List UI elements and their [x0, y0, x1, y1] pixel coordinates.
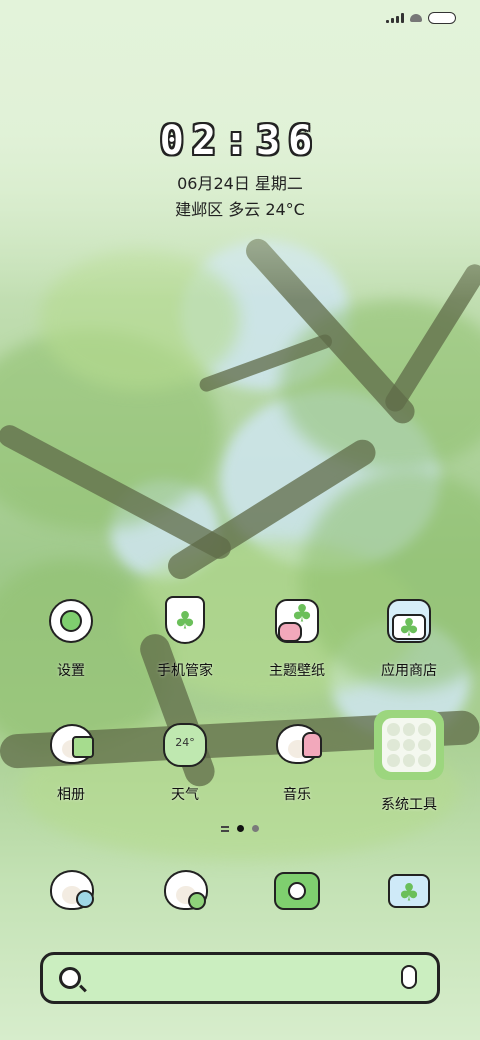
- gallery-icon: [42, 716, 100, 774]
- store-icon: ♣: [380, 592, 438, 650]
- app-themes[interactable]: ♣ 主题壁纸: [247, 592, 347, 680]
- shield-icon: ♣: [156, 592, 214, 650]
- search-icon: [59, 967, 81, 989]
- app-label: 系统工具: [381, 797, 437, 813]
- camera-icon: [268, 862, 326, 920]
- dock-camera[interactable]: [247, 862, 347, 920]
- messages-icon: [156, 862, 214, 920]
- app-phone-manager[interactable]: ♣ 手机管家: [135, 592, 235, 680]
- app-label: 设置: [57, 663, 85, 679]
- page-dot: [252, 825, 259, 832]
- battery-icon: [428, 12, 456, 24]
- app-label: 手机管家: [157, 663, 213, 679]
- page-menu-icon: [221, 825, 229, 832]
- weather-icon: 24°: [156, 716, 214, 774]
- app-label: 天气: [171, 787, 199, 803]
- app-store[interactable]: ♣ 应用商店: [359, 592, 459, 680]
- app-label: 应用商店: [381, 663, 437, 679]
- phone-icon: [42, 862, 100, 920]
- signal-icon: [386, 13, 404, 23]
- settings-icon: [42, 592, 100, 650]
- mail-icon: ♣: [380, 862, 438, 920]
- page-indicator[interactable]: [0, 825, 480, 832]
- dock-phone[interactable]: [21, 862, 121, 920]
- theme-icon: ♣: [268, 592, 326, 650]
- clock-time[interactable]: 02:36: [0, 118, 480, 164]
- app-gallery[interactable]: 相册: [21, 716, 121, 804]
- page-dot-current: [237, 825, 244, 832]
- folder-icon: [374, 710, 444, 780]
- dock-messages[interactable]: [135, 862, 235, 920]
- music-icon: [268, 716, 326, 774]
- app-label: 音乐: [283, 787, 311, 803]
- app-label: 主题壁纸: [269, 663, 325, 679]
- status-bar: [386, 12, 456, 24]
- app-settings[interactable]: 设置: [21, 592, 121, 680]
- wifi-icon: [410, 14, 422, 22]
- dock-mail[interactable]: ♣: [359, 862, 459, 920]
- voice-icon[interactable]: [401, 965, 417, 989]
- app-label: 相册: [57, 787, 85, 803]
- app-music[interactable]: 音乐: [247, 716, 347, 804]
- search-bar[interactable]: [40, 952, 440, 1004]
- app-weather[interactable]: 24° 天气: [135, 716, 235, 804]
- folder-system-tools[interactable]: 系统工具: [359, 710, 459, 814]
- clock-date[interactable]: 06月24日 星期二: [0, 170, 480, 194]
- weather-badge: 24°: [175, 736, 195, 749]
- clock-weather[interactable]: 建邺区 多云 24°C: [0, 196, 480, 220]
